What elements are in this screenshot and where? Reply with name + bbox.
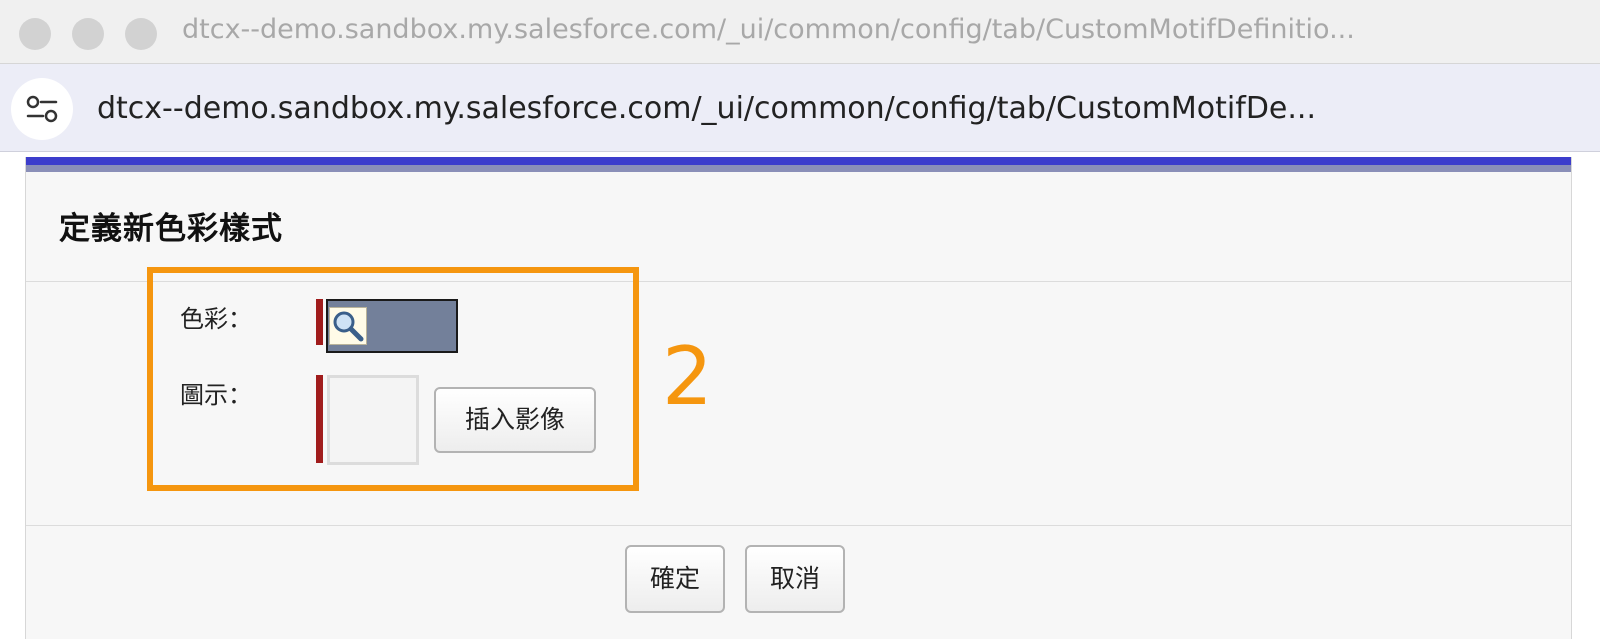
url-text[interactable]: dtcx--demo.sandbox.my.salesforce.com/_ui… [97,91,1577,126]
cancel-button[interactable]: 取消 [745,545,845,613]
browser-title-bar: dtcx--demo.sandbox.my.salesforce.com/_ui… [0,0,1600,64]
close-window-button[interactable] [19,18,51,50]
ok-button[interactable]: 確定 [625,545,725,613]
zoom-window-button[interactable] [125,18,157,50]
window-title: dtcx--demo.sandbox.my.salesforce.com/_ui… [182,14,1355,45]
minimize-window-button[interactable] [72,18,104,50]
site-settings-icon [26,95,58,123]
divider [26,525,1571,526]
site-settings-button[interactable] [11,78,73,140]
address-bar[interactable]: dtcx--demo.sandbox.my.salesforce.com/_ui… [0,64,1600,152]
annotation-highlight-box [147,267,639,491]
dialog-panel: 定義新色彩樣式 色彩： 圖示： 插入影像 2 確定 取消 [25,157,1572,639]
step-number-annotation: 2 [662,330,713,423]
page-title: 定義新色彩樣式 [59,211,283,247]
accent-bar [26,157,1571,172]
